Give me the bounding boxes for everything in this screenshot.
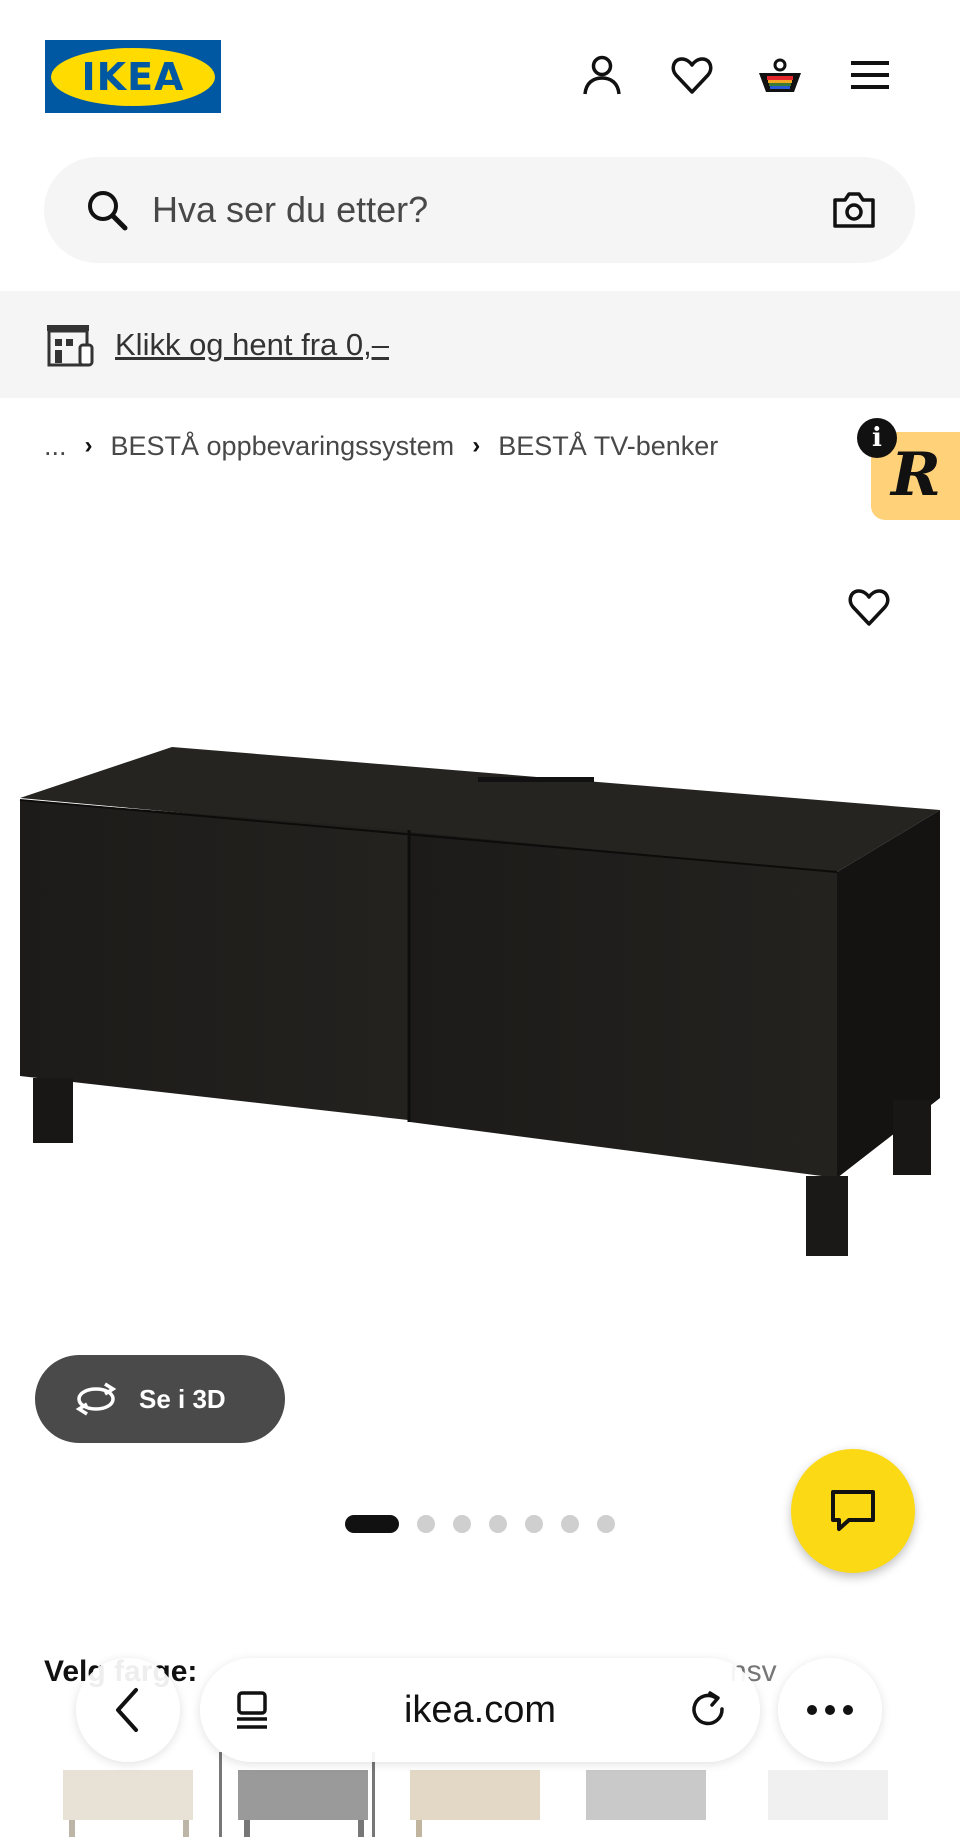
breadcrumb-ellipsis[interactable]: ... — [44, 431, 67, 462]
carousel-dot[interactable] — [417, 1515, 435, 1533]
extension-letter: R — [891, 440, 941, 510]
breadcrumb-item[interactable]: BESTÅ oppbevaringssystem — [111, 431, 455, 462]
chevron-left-icon — [116, 1688, 138, 1732]
profile-icon[interactable] — [579, 52, 625, 98]
back-button[interactable] — [76, 1658, 180, 1762]
view-3d-button[interactable]: Se i 3D — [35, 1355, 285, 1443]
carousel-indicator — [345, 1514, 615, 1534]
chat-button[interactable] — [791, 1449, 915, 1573]
heart-icon[interactable] — [669, 52, 715, 98]
carousel-dot[interactable] — [561, 1515, 579, 1533]
cart-icon[interactable] — [757, 52, 803, 98]
carousel-dot[interactable] — [453, 1515, 471, 1533]
search-bar[interactable]: Hva ser du etter? — [44, 157, 915, 263]
chevron-right-icon: › — [84, 432, 93, 459]
ikea-logo[interactable]: IKEA — [45, 40, 221, 113]
product-image[interactable] — [0, 700, 960, 1340]
promo-banner[interactable]: Klikk og hent fra 0,– — [0, 291, 960, 398]
tv-bench-image — [19, 747, 940, 1256]
breadcrumb: ... › BESTÅ oppbevaringssystem › BESTÅ T… — [44, 424, 718, 468]
carousel-dot[interactable] — [597, 1515, 615, 1533]
chat-icon — [831, 1490, 875, 1531]
store-pickup-icon — [44, 319, 96, 369]
breadcrumb-item[interactable]: BESTÅ TV-benker — [498, 431, 718, 462]
view-3d-label: Se i 3D — [139, 1383, 226, 1414]
logo-text: IKEA — [81, 54, 185, 99]
info-icon[interactable]: i — [857, 418, 897, 458]
more-dots-icon — [807, 1705, 853, 1715]
reload-icon[interactable] — [686, 1687, 732, 1733]
address-bar[interactable]: ikea.com — [200, 1658, 760, 1762]
promo-link[interactable]: Klikk og hent fra 0,– — [115, 291, 389, 398]
carousel-dot[interactable] — [489, 1515, 507, 1533]
url-text[interactable]: ikea.com — [200, 1658, 760, 1762]
chevron-right-icon: › — [472, 432, 481, 459]
rotate-3d-icon — [75, 1382, 117, 1416]
browser-toolbar: ikea.com — [0, 1650, 960, 1770]
site-header: IKEA — [0, 0, 960, 150]
camera-icon[interactable] — [831, 187, 877, 233]
carousel-dot-active[interactable] — [345, 1515, 399, 1533]
more-button[interactable] — [778, 1658, 882, 1762]
search-input[interactable]: Hva ser du etter? — [152, 157, 428, 263]
search-icon — [84, 187, 130, 233]
logo-oval: IKEA — [51, 47, 215, 106]
menu-icon[interactable] — [847, 52, 893, 98]
favorite-heart-icon[interactable] — [847, 585, 893, 631]
carousel-dot[interactable] — [525, 1515, 543, 1533]
